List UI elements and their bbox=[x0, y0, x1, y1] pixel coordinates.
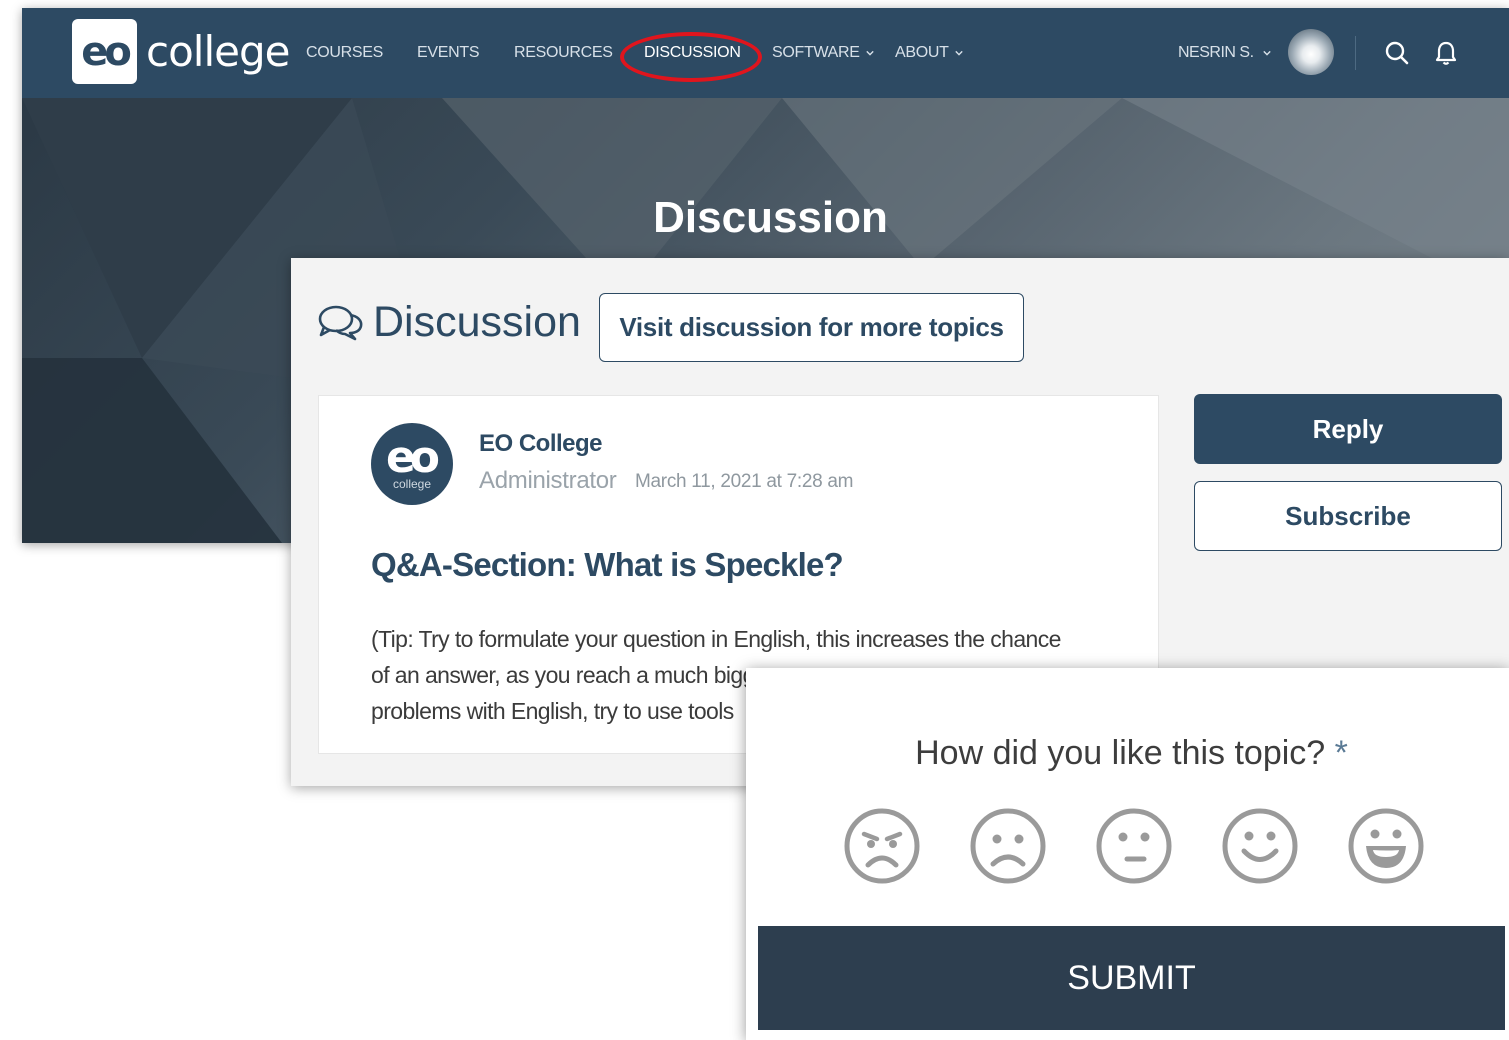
nav-software[interactable]: SOFTWARE bbox=[772, 44, 874, 62]
rating-question: How did you like this topic? * bbox=[758, 734, 1505, 773]
logo-word: college bbox=[146, 26, 290, 76]
post-author[interactable]: EO College bbox=[479, 430, 603, 458]
post-body-line: (Tip: Try to formulate your question in … bbox=[371, 626, 1061, 652]
nav-about[interactable]: ABOUT bbox=[895, 44, 963, 62]
discussion-highlight-ring bbox=[620, 32, 762, 82]
sad-face-icon[interactable] bbox=[968, 806, 1048, 886]
submit-button[interactable]: SUBMIT bbox=[758, 926, 1505, 1030]
eo-college-logo[interactable]: eo college bbox=[72, 19, 290, 84]
nav-about-label: ABOUT bbox=[895, 44, 949, 61]
chat-bubbles-icon bbox=[318, 305, 363, 340]
neutral-face-icon[interactable] bbox=[1094, 806, 1174, 886]
search-icon[interactable] bbox=[1384, 40, 1410, 66]
hero-title: Discussion bbox=[653, 193, 888, 242]
discussion-heading: Discussion bbox=[317, 298, 581, 347]
nav-courses[interactable]: COURSES bbox=[306, 44, 383, 62]
nav-resources[interactable]: RESOURCES bbox=[514, 44, 613, 62]
avatar-sub: college bbox=[392, 477, 432, 492]
author-avatar: eo college bbox=[371, 423, 453, 505]
nav-resources-label: RESOURCES bbox=[514, 44, 613, 61]
laugh-face-icon[interactable] bbox=[1346, 806, 1426, 886]
required-mark: * bbox=[1334, 734, 1348, 772]
visit-discussion-button[interactable]: Visit discussion for more topics bbox=[599, 293, 1024, 362]
rating-question-text: How did you like this topic? bbox=[915, 734, 1326, 772]
reply-button[interactable]: Reply bbox=[1194, 394, 1502, 464]
chevron-down-icon[interactable] bbox=[1263, 49, 1271, 57]
user-avatar[interactable] bbox=[1288, 29, 1334, 75]
top-navigation-bar: eo college COURSES EVENTS RESOURCES DISC… bbox=[22, 8, 1509, 98]
logo-mark-text: eo bbox=[81, 28, 132, 75]
angry-face-icon[interactable] bbox=[842, 806, 922, 886]
nav-events[interactable]: EVENTS bbox=[417, 44, 480, 62]
nav-courses-label: COURSES bbox=[306, 44, 384, 61]
subscribe-button[interactable]: Subscribe bbox=[1194, 481, 1502, 551]
user-menu-name[interactable]: NESRIN S. bbox=[1178, 44, 1254, 62]
avatar-mark: eo bbox=[385, 431, 440, 483]
post-date: March 11, 2021 at 7:28 am bbox=[635, 471, 854, 492]
nav-events-label: EVENTS bbox=[417, 44, 480, 61]
chevron-down-icon bbox=[865, 50, 874, 56]
post-title: Q&A-Section: What is Speckle? bbox=[371, 546, 844, 583]
nav-software-label: SOFTWARE bbox=[772, 44, 860, 61]
post-author-role: Administrator bbox=[479, 467, 617, 494]
smile-face-icon[interactable] bbox=[1220, 806, 1300, 886]
bell-icon[interactable] bbox=[1434, 40, 1458, 66]
divider bbox=[1355, 36, 1356, 70]
rating-widget: How did you like this topic? * SUBMIT bbox=[746, 668, 1509, 1040]
chevron-down-icon bbox=[954, 50, 963, 56]
discussion-title: Discussion bbox=[373, 298, 581, 346]
logo-mark: eo bbox=[72, 19, 137, 84]
